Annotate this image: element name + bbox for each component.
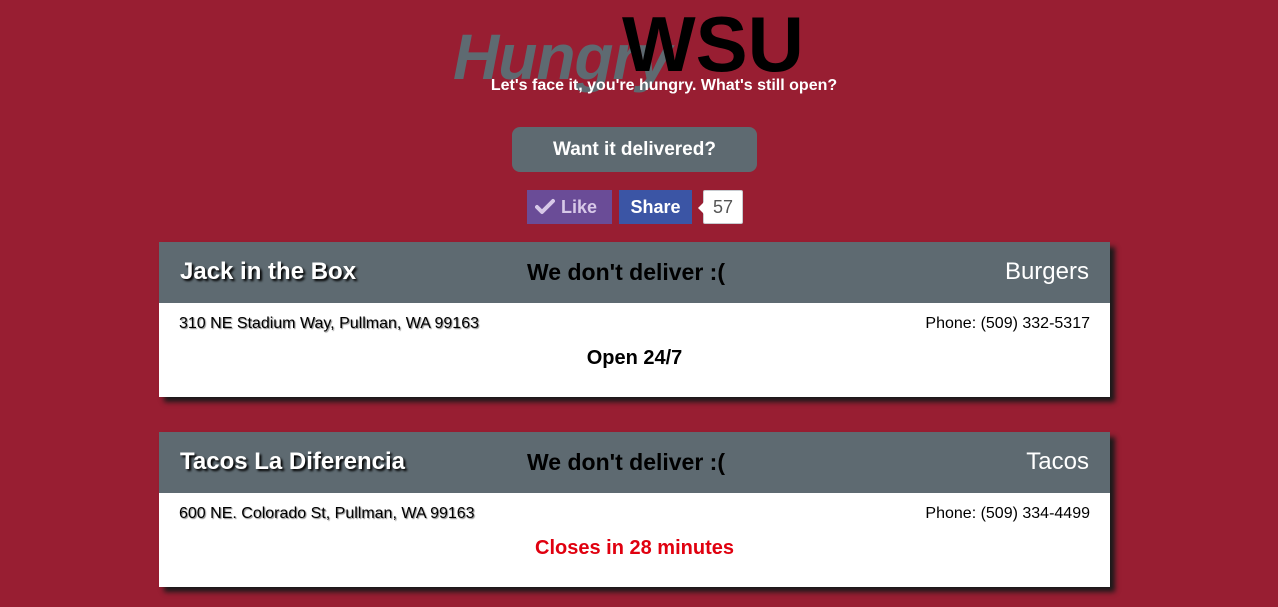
restaurant-address: 310 NE Stadium Way, Pullman, WA 99163	[179, 315, 479, 332]
check-icon	[535, 199, 555, 214]
open-status: Open 24/7	[586, 347, 683, 369]
restaurant-card-header: Jack in the Box We don't deliver :( Burg…	[159, 242, 1110, 303]
restaurant-name: Jack in the Box	[180, 258, 357, 285]
open-status: Closes in 28 minutes	[535, 537, 734, 559]
delivery-status: We don't deliver :(	[527, 259, 726, 285]
facebook-like-button[interactable]: Like	[527, 190, 612, 224]
restaurant-category: Burgers	[1004, 258, 1089, 285]
tagline: Let's face it, you're hungry. What's sti…	[490, 77, 838, 94]
restaurant-name: Tacos La Diferencia	[180, 448, 405, 475]
want-delivered-button[interactable]: Want it delivered?	[512, 127, 757, 172]
restaurant-card-header: Tacos La Diferencia We don't deliver :( …	[159, 432, 1110, 493]
like-label: Like	[561, 197, 598, 217]
restaurant-phone: Phone: (509) 332-5317	[925, 315, 1090, 332]
restaurant-card: Jack in the Box We don't deliver :( Burg…	[159, 242, 1110, 397]
logo-wsu-text: WSU	[622, 0, 804, 88]
restaurant-phone: Phone: (509) 334-4499	[925, 505, 1090, 522]
restaurant-category: Tacos	[1026, 448, 1089, 475]
facebook-share-button[interactable]: Share	[619, 190, 692, 224]
like-count-badge: 57	[698, 190, 743, 224]
restaurant-card: Tacos La Diferencia We don't deliver :( …	[159, 432, 1110, 587]
delivery-status: We don't deliver :(	[527, 449, 726, 475]
restaurant-address: 600 NE. Colorado St, Pullman, WA 99163	[179, 505, 475, 522]
